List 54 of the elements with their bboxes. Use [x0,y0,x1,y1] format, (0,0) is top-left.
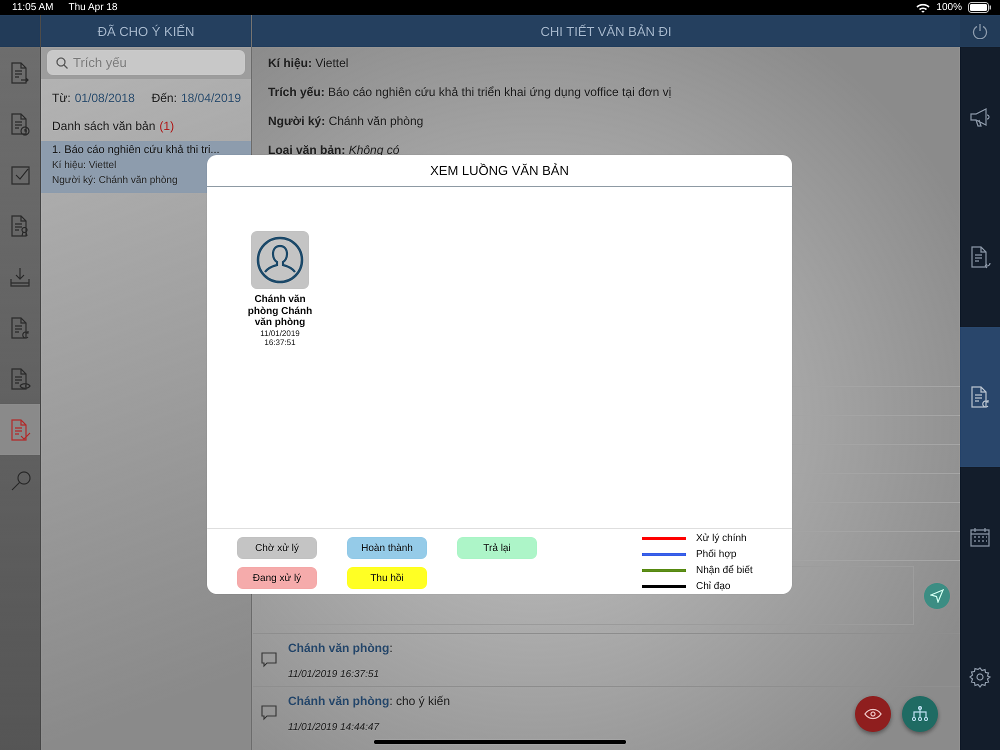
comment-author: Chánh văn phòng [288,640,390,654]
calendar-icon [968,525,992,549]
battery-icon [968,2,992,13]
list-count: (1) [159,119,174,133]
comment-time: 11/01/2019 14:44:47 [288,722,380,732]
power-icon[interactable] [972,23,988,39]
date-label: Từ: [52,91,71,105]
date-value[interactable]: 18/04/2019 [180,91,241,105]
search-field[interactable]: Trích yếu [47,50,245,75]
search-icon [56,57,68,69]
status-chip: Trả lại [457,537,537,559]
comment-text: : cho ý kiến [389,694,450,708]
header-title: ĐÃ CHO Ý KIẾN [98,24,194,38]
comment-time: 11/01/2019 16:37:51 [288,668,380,680]
status-time: 11:05 AM [12,2,54,13]
battery-percent: 100% [936,2,962,13]
megaphone-icon [968,105,992,129]
list-title: Danh sách văn bản [52,119,156,133]
comment-icon [261,652,277,668]
dialog-title: XEM LUỒNG VĂN BẢN [430,163,569,178]
view-button[interactable] [855,696,891,732]
status-date: Thu Apr 18 [68,2,118,13]
comment-author: Chánh văn phòng [288,694,390,708]
status-chip: Hoàn thành [347,537,427,559]
date-value[interactable]: 01/08/2018 [74,91,135,105]
document-title: 1. Báo cáo nghiên cứu khả thi tri... [52,144,221,156]
settings-icon [968,665,992,689]
eye-icon [864,708,882,720]
comment-icon [261,705,277,721]
flow-button[interactable] [902,696,938,732]
legend-label: Xử lý chính [696,533,747,544]
field-line: Người ký: Chánh văn phòng [268,114,424,129]
legend-label: Chỉ đạo [696,580,730,592]
comment-text: : [389,640,393,654]
status-chip: Thu hồi [347,567,427,589]
nav-item[interactable] [0,404,40,455]
node-name: Chánh văn phòng Chánh văn phòng [247,294,313,328]
document-signer: Người ký: Chánh văn phòng [52,175,179,186]
node-date: 11/01/2019 [260,328,300,338]
send-icon [930,588,944,602]
hierarchy-icon [911,706,929,722]
legend-label: Phối hợp [696,549,736,560]
field-line: Trích yếu: Báo cáo nghiên cứu khả thi triển khai ứng dụng voffice tại đơn vị [268,85,672,100]
node-time: 16:37:51 [264,338,296,348]
date-label: Đến: [152,91,177,105]
legend-label: Nhận để biết [696,564,753,576]
document-symbol: Kí hiệu: Viettel [52,160,118,171]
wifi-icon [916,2,930,12]
field-line: Kí hiệu: Viettel [268,56,350,71]
send-button[interactable] [924,582,950,608]
field-line: Loại văn bản: Không có [268,143,400,158]
status-chip: Chờ xử lý [237,537,317,559]
status-chip: Đang xử lý [237,567,317,589]
header-title: CHI TIẾT VĂN BẢN ĐI [540,24,672,38]
